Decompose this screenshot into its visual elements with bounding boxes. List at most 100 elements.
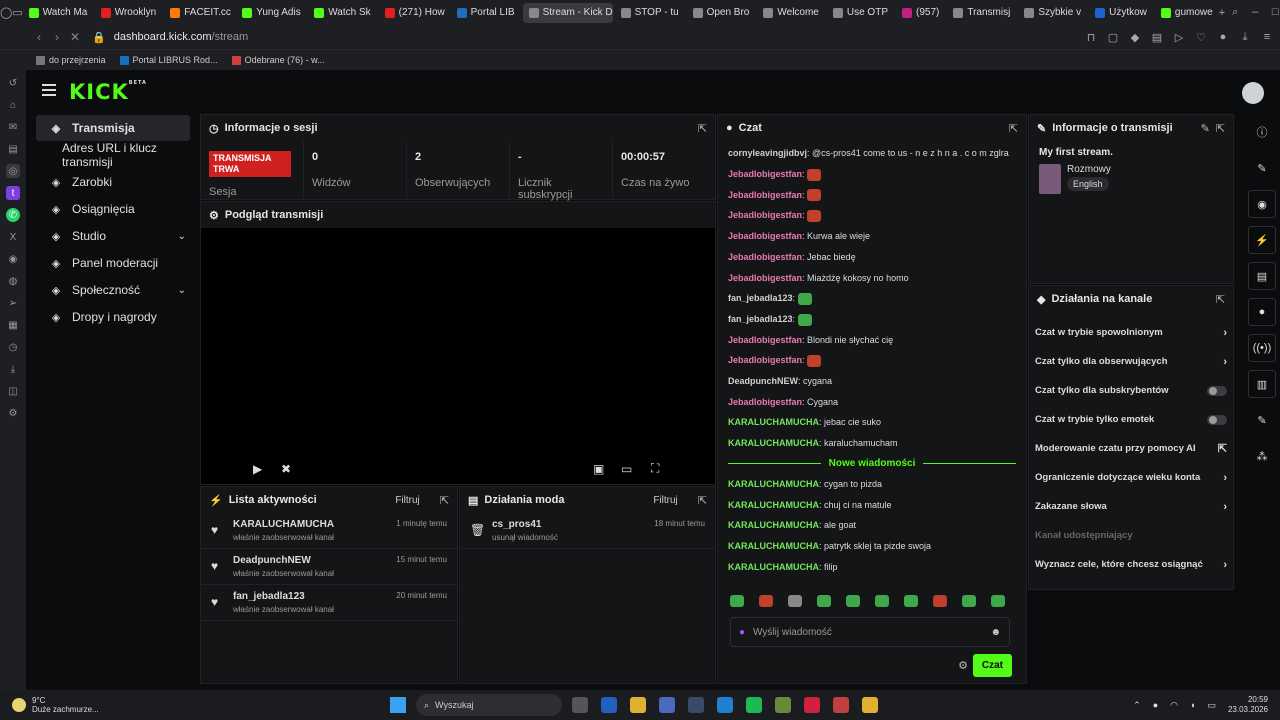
- app-icon[interactable]: [833, 697, 849, 713]
- battery-icon[interactable]: ▭: [1207, 700, 1216, 711]
- emote-icon[interactable]: [933, 595, 947, 607]
- chat-icon[interactable]: ●: [1248, 298, 1276, 326]
- chat-username[interactable]: KARALUCHAMUCHA: [728, 562, 819, 572]
- emote-icon[interactable]: [730, 595, 744, 607]
- popout-icon[interactable]: ⇱: [1216, 293, 1225, 306]
- downloads-icon[interactable]: ⤓: [6, 362, 20, 376]
- chat-username[interactable]: KARALUCHAMUCHA: [728, 500, 819, 510]
- chat-message-input[interactable]: ● Wyślij wiadomość ☻: [730, 617, 1010, 647]
- emote-icon[interactable]: [991, 595, 1005, 607]
- browser-tab[interactable]: Yung Adis: [236, 3, 306, 23]
- kick-logo[interactable]: KICKBETA: [69, 80, 147, 104]
- browser-tab[interactable]: Wrooklyn: [95, 3, 163, 23]
- notes-icon[interactable]: ▤: [6, 142, 20, 156]
- chat-send-button[interactable]: Czat: [972, 654, 1012, 677]
- chat-username[interactable]: Jebadlobigestfan: [728, 252, 802, 262]
- browser-tab[interactable]: Użytkow: [1089, 3, 1153, 23]
- maximize-icon[interactable]: □: [1265, 6, 1280, 19]
- activity-user[interactable]: KARALUCHAMUCHA: [233, 519, 334, 530]
- opera-icon[interactable]: [804, 697, 820, 713]
- discord-icon[interactable]: ◉: [6, 252, 20, 266]
- send-icon[interactable]: ➢: [6, 296, 20, 310]
- toggle-switch[interactable]: [1207, 414, 1227, 425]
- browser-tab[interactable]: Stream - Kick Das: [522, 2, 613, 23]
- volume-icon[interactable]: ◖: [1190, 700, 1195, 710]
- fullscreen-icon[interactable]: ⛶: [651, 461, 659, 476]
- browser-tab[interactable]: (957): [896, 3, 945, 23]
- spotify-icon[interactable]: [746, 697, 762, 713]
- emote-icon[interactable]: [875, 595, 889, 607]
- sidebar-item[interactable]: Adres URL i klucz transmisji: [36, 141, 190, 169]
- translate-icon[interactable]: ⌂: [6, 98, 20, 112]
- sidebar-item[interactable]: ◈ Osiągnięcia: [36, 196, 190, 222]
- emote-icon[interactable]: [962, 595, 976, 607]
- shield-icon[interactable]: ◆: [1126, 31, 1144, 44]
- chevron-right-icon[interactable]: ›: [1223, 559, 1227, 571]
- popout-icon[interactable]: ⇱: [440, 494, 449, 507]
- chevron-right-icon[interactable]: ›: [1223, 501, 1227, 513]
- chat-username[interactable]: Jebadlobigestfan: [728, 210, 802, 220]
- play-icon[interactable]: ▷: [1170, 31, 1188, 44]
- chevron-down-icon[interactable]: ⌄: [178, 285, 186, 296]
- clock-icon[interactable]: ◷: [6, 340, 20, 354]
- chat-username[interactable]: KARALUCHAMUCHA: [728, 438, 819, 448]
- browser-tab[interactable]: Transmisj: [947, 3, 1016, 23]
- box-icon[interactable]: ◫: [6, 384, 20, 398]
- download-icon[interactable]: ⤓: [1236, 31, 1254, 44]
- tab-overview-icon[interactable]: ▭: [12, 0, 22, 25]
- sidebar-item[interactable]: ◈ Panel moderacji: [36, 250, 190, 276]
- popout-icon[interactable]: ⇱: [1009, 122, 1018, 135]
- taskbar-search[interactable]: ⌕ Wyszukaj: [416, 694, 562, 716]
- chat-username[interactable]: Jebadlobigestfan: [728, 273, 802, 283]
- browser-tab[interactable]: Open Bro: [687, 3, 756, 23]
- toggle-switch[interactable]: [1207, 385, 1227, 396]
- bookmark-item[interactable]: Portal LIBRUS Rod...: [119, 55, 218, 65]
- twitch-icon[interactable]: t: [6, 186, 20, 200]
- sidebar-item[interactable]: ◈ Transmisja: [36, 115, 190, 141]
- activity-user[interactable]: cs_pros41: [492, 519, 558, 530]
- emote-icon[interactable]: [846, 595, 860, 607]
- chrome-icon[interactable]: ◎: [6, 164, 20, 178]
- extensions-icon[interactable]: ▤: [1148, 31, 1166, 44]
- bookmark-icon[interactable]: ⊓: [1082, 31, 1100, 44]
- chat-username[interactable]: Jebadlobigestfan: [728, 335, 802, 345]
- pip-icon[interactable]: ▣: [593, 462, 604, 476]
- popout-icon[interactable]: ⇱: [698, 494, 707, 507]
- whatsapp-icon[interactable]: ✆: [6, 208, 20, 222]
- reload-icon[interactable]: ✕: [66, 30, 84, 44]
- edit-icon[interactable]: ✎: [1248, 154, 1276, 182]
- channel-action-row[interactable]: Wyznacz cele, które chcesz osiągnąć ›: [1029, 550, 1233, 579]
- chat-username[interactable]: fan_jebadla123: [728, 293, 793, 303]
- grid-icon[interactable]: ▦: [6, 318, 20, 332]
- browser-tab[interactable]: Szybkie v: [1018, 3, 1087, 23]
- activity-user[interactable]: DeadpunchNEW: [233, 555, 334, 566]
- play-icon[interactable]: ▶: [253, 462, 262, 476]
- settings-icon[interactable]: ⚙: [6, 406, 20, 420]
- group-icon[interactable]: ⁂: [1248, 442, 1276, 470]
- info-icon[interactable]: ⓘ: [1248, 118, 1276, 146]
- search-tabs-icon[interactable]: ⌕: [1225, 6, 1245, 19]
- edge-icon[interactable]: [717, 697, 733, 713]
- broadcast-icon[interactable]: ((•)): [1248, 334, 1276, 362]
- video-player[interactable]: ▶ ✖ ▣ ▭ ⛶: [201, 228, 715, 484]
- url-field[interactable]: 🔒 dashboard.kick.com/stream: [92, 31, 248, 44]
- browser-tab[interactable]: (271) How: [379, 3, 449, 23]
- chat-username[interactable]: KARALUCHAMUCHA: [728, 479, 819, 489]
- history-icon[interactable]: ↺: [6, 76, 20, 90]
- explorer-icon[interactable]: [630, 697, 646, 713]
- user-avatar[interactable]: [1242, 82, 1264, 104]
- wrench-icon[interactable]: ✎: [1248, 406, 1276, 434]
- sidebar-item[interactable]: ◈ Zarobki: [36, 169, 190, 195]
- mail-icon[interactable]: ✉: [6, 120, 20, 134]
- chat-username[interactable]: cornyleavingjidbvj: [728, 148, 807, 158]
- sidebar-item[interactable]: ◈ Dropy i nagrody: [36, 304, 190, 330]
- chevron-right-icon[interactable]: ›: [1223, 327, 1227, 339]
- filter-button[interactable]: Filtruj: [395, 495, 419, 506]
- browser-tab[interactable]: Use OTP: [827, 3, 894, 23]
- browser-tab[interactable]: FACEIT.cc: [164, 3, 234, 23]
- spotify-icon[interactable]: ◍: [6, 274, 20, 288]
- microphone-icon[interactable]: ●: [739, 627, 745, 638]
- browser-tab[interactable]: Watch Sk: [308, 3, 376, 23]
- windows-start-icon[interactable]: [390, 697, 406, 713]
- chat-username[interactable]: Jebadlobigestfan: [728, 169, 802, 179]
